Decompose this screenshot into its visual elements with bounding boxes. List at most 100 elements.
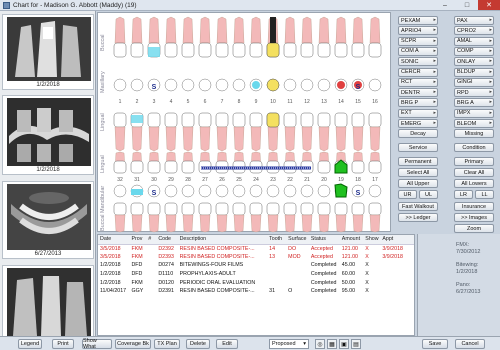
images-button[interactable]: >> Images xyxy=(454,213,494,222)
decay-button[interactable]: Decay xyxy=(398,129,438,138)
proc-button-left-10[interactable]: EMERG ▸ xyxy=(398,119,438,128)
tooth-chart[interactable]: 1 32 2 31 3 30 4 29 5 28 6 27 7 26 8 25 9 24 10 23 11 22 12 21 1… xyxy=(97,12,392,233)
column-header[interactable]: Status xyxy=(308,235,340,245)
select-all-button[interactable]: Select All xyxy=(398,168,438,177)
proc-button-left-7[interactable]: DENTR ▸ xyxy=(398,88,438,98)
table-row[interactable]: 3/5/2018 FKM D2392 RESIN BASED COMPOSITE-..… xyxy=(98,244,414,253)
column-header[interactable]: Prov xyxy=(129,235,147,245)
proc-button-right-10[interactable]: BLEOM ▸ xyxy=(454,119,494,128)
column-header[interactable]: Tooth xyxy=(267,235,287,245)
proc-button-right-6[interactable]: GINGI ▸ xyxy=(454,77,494,87)
proc-button-left-3[interactable]: COM A ▸ xyxy=(398,46,438,56)
lower-buccal-crown xyxy=(215,202,229,216)
close-button[interactable]: ✕ xyxy=(478,0,500,10)
column-header[interactable]: Surface xyxy=(286,235,309,245)
save-button[interactable]: Save xyxy=(422,339,448,349)
status-select[interactable]: Proposed ▾ xyxy=(269,339,309,349)
xray-card[interactable]: 6/27/2013 xyxy=(2,181,94,259)
xray-card[interactable] xyxy=(2,265,94,336)
print-button[interactable]: Print xyxy=(52,339,74,349)
ll-button[interactable]: LL xyxy=(475,190,494,199)
chevron-right-icon: ▸ xyxy=(489,17,492,23)
primary-button[interactable]: Primary xyxy=(454,157,494,166)
ledger-button[interactable]: >> Ledger xyxy=(398,213,438,222)
all-upper-button[interactable]: All Upper xyxy=(398,179,438,188)
clear-all-button[interactable]: Clear All xyxy=(454,168,494,177)
permanent-button[interactable]: Permanent xyxy=(398,157,438,166)
crown-mark xyxy=(266,42,280,58)
folder-icon[interactable]: ▤ xyxy=(351,339,361,349)
lr-button[interactable]: LR xyxy=(454,190,473,199)
chevron-right-icon: ▸ xyxy=(489,27,492,34)
proc-button-left-8[interactable]: BRG P ▸ xyxy=(398,98,438,108)
proc-button-right-7[interactable]: RPD ▸ xyxy=(454,88,494,98)
column-header[interactable]: # xyxy=(146,235,157,245)
table-row[interactable]: 3/5/2018 FKM D2393 RESIN BASED COMPOSITE-..… xyxy=(98,253,414,262)
proc-button-left-9[interactable]: EXT ▸ xyxy=(398,108,438,118)
ur-button[interactable]: UR xyxy=(398,190,417,199)
proc-button-right-2[interactable]: AMAL ▸ xyxy=(454,36,494,46)
maximize-button[interactable]: □ xyxy=(456,0,478,10)
condition-button[interactable]: Condition xyxy=(454,143,494,152)
missing-button[interactable]: Missing xyxy=(454,129,494,138)
tooth-chart-canvas[interactable]: 1322313304295286277268259241023112212211… xyxy=(98,13,392,233)
column-header[interactable]: Appt xyxy=(380,235,414,245)
table-cell-code: D1110 xyxy=(158,271,174,278)
proc-button-left-0[interactable]: PEXAM ▸ xyxy=(398,16,438,25)
column-header[interactable]: Code xyxy=(156,235,178,245)
upper-lingual-root xyxy=(284,126,296,152)
table-cell-amount: 121.00 xyxy=(341,253,358,260)
xray-card[interactable]: 1/2/2018 xyxy=(2,14,94,90)
chart-icon[interactable]: ▦ xyxy=(327,339,337,349)
proc-button-right-8[interactable]: BRG A ▸ xyxy=(454,98,494,108)
zoom-button[interactable]: Zoom xyxy=(454,224,494,233)
proc-button-right-0[interactable]: PAX ▸ xyxy=(454,16,494,25)
column-header[interactable]: Description xyxy=(177,235,268,245)
proc-button-left-4[interactable]: SONIC ▸ xyxy=(398,57,438,67)
xray-card[interactable]: 1/2/2018 xyxy=(2,95,94,175)
proc-button-left-1[interactable]: APRIO4 ▸ xyxy=(398,26,438,36)
lower-buccal-root xyxy=(216,214,228,233)
proc-button-label: IMPX xyxy=(457,110,471,117)
tooth-number-upper: 5 xyxy=(187,99,190,105)
delete-button[interactable]: Delete xyxy=(186,339,210,349)
lock-icon[interactable]: ▣ xyxy=(339,339,349,349)
column-header[interactable]: Show xyxy=(363,235,381,245)
legend-button[interactable]: Legend xyxy=(18,339,42,349)
table-row[interactable]: 1/2/2018 DFD D0274 BITEWINGS-FOUR FILMS Comp… xyxy=(98,261,414,270)
proc-button-left-6[interactable]: RCT ▸ xyxy=(398,77,438,87)
table-cell-surface xyxy=(286,261,309,270)
upper-buccal-crown xyxy=(130,42,144,58)
cancel-button[interactable]: Cancel xyxy=(455,339,485,349)
edit-button[interactable]: Edit xyxy=(216,339,238,349)
minimize-button[interactable]: – xyxy=(434,0,456,10)
lower-buccal-root xyxy=(318,214,330,233)
chevron-right-icon: ▸ xyxy=(489,58,492,65)
proc-button-right-9[interactable]: IMPX ▸ xyxy=(454,108,494,118)
proc-button-left-5[interactable]: CERCR ▸ xyxy=(398,67,438,77)
proc-button-right-1[interactable]: CPRO2 ▸ xyxy=(454,26,494,36)
tooth-icon[interactable]: ◎ xyxy=(315,339,325,349)
column-header[interactable]: Amount xyxy=(339,235,364,245)
procedure-table[interactable]: Date Prov # Code Description Tooth Surface Stat… xyxy=(97,234,415,336)
column-header[interactable]: Date xyxy=(98,235,130,245)
fast-walkout-button[interactable]: Fast Walkout xyxy=(398,202,438,211)
proc-button-left-2[interactable]: SCPR ▸ xyxy=(398,36,438,46)
proc-button-right-4[interactable]: ONLAY ▸ xyxy=(454,57,494,67)
proc-button-right-3[interactable]: COMP ▸ xyxy=(454,46,494,56)
xray-sidebar[interactable]: 1/2/2018 1/2/2018 6/27/2013 xyxy=(0,11,96,336)
insurance-button[interactable]: Insurance xyxy=(454,202,494,211)
service-button[interactable]: Service xyxy=(398,143,438,152)
ul-button[interactable]: UL xyxy=(419,190,438,199)
tooth-number-lower: 23 xyxy=(270,177,276,183)
table-row[interactable]: 1/2/2018 FKM D0120 PERIODIC ORAL EVALUATION… xyxy=(98,278,414,287)
table-row[interactable]: 11/04/2017 GGY D2391 RESIN BASED COMPOSITE-… xyxy=(98,287,414,296)
tx-plan-button[interactable]: TX Plan xyxy=(154,339,180,349)
table-cell-num xyxy=(146,261,156,270)
table-row[interactable]: 1/2/2018 DFD D1110 PROPHYLAXIS-ADULT Complet… xyxy=(98,270,414,279)
all-lowers-button[interactable]: All Lowers xyxy=(454,179,494,188)
proc-button-right-5[interactable]: BLDUP ▸ xyxy=(454,67,494,77)
show-what-button[interactable]: Show What xyxy=(82,338,112,350)
coverage-bk-button[interactable]: Coverage Bk xyxy=(115,339,151,349)
upper-lingual-root xyxy=(301,126,313,152)
